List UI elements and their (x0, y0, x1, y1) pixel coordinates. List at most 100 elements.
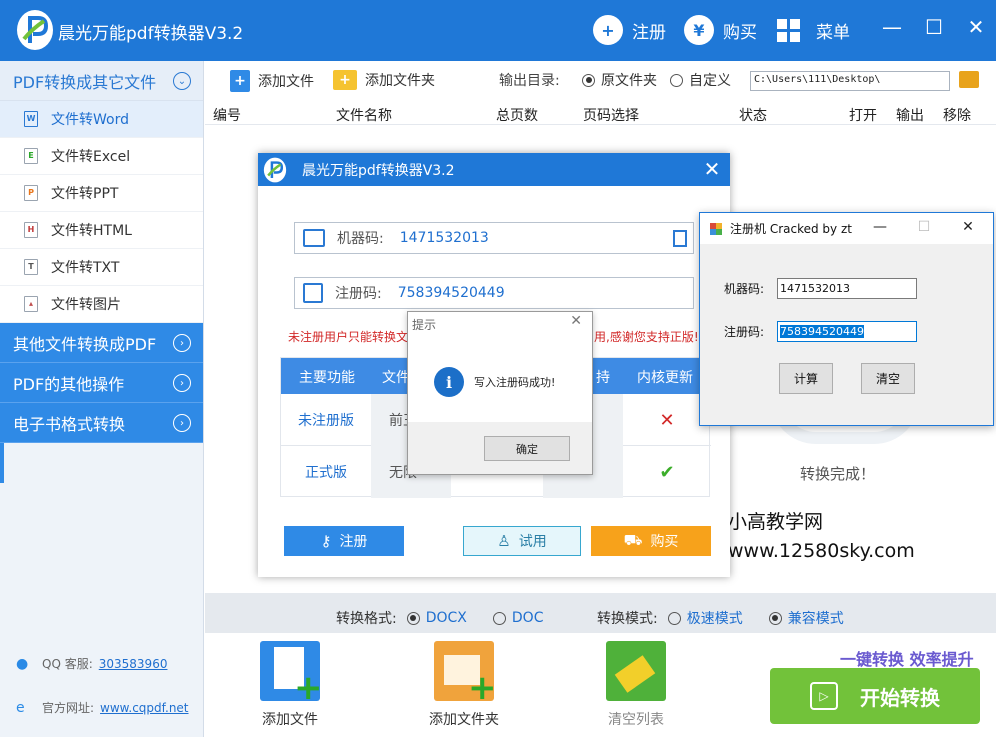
trial-warning-text: 未注册用户只能转换文 (288, 330, 408, 344)
compat-label: 兼容模式 (787, 611, 844, 627)
start-convert-button[interactable]: ▷ 开始转换 (770, 668, 980, 724)
sidebar-item-label: 文件转Excel (51, 149, 131, 165)
output-custom-radio[interactable]: 自定义 (670, 70, 731, 90)
cross-icon: ✕ (659, 409, 675, 431)
calculate-button[interactable]: 计算 (779, 363, 833, 394)
sidebar-item-excel[interactable]: E 文件转Excel (0, 138, 203, 175)
chevron-down-icon: ⌄ (173, 72, 191, 90)
dialog-buy-button[interactable]: ⛟ 购买 (591, 526, 711, 556)
add-folder-label: 添加文件夹 (365, 73, 435, 89)
output-path-input[interactable]: C:\Users\111\Desktop\ (750, 71, 950, 91)
mode-fast-radio[interactable]: 极速模式 (667, 608, 743, 628)
col-status: 状态 (739, 108, 767, 124)
word-file-icon: W (24, 111, 38, 127)
sidebar-accent-bar (0, 443, 4, 483)
chevron-right-icon: › (173, 414, 191, 432)
sidebar-item-ppt[interactable]: P 文件转PPT (0, 175, 203, 212)
format-doc-radio[interactable]: DOC (492, 610, 543, 626)
buy-button[interactable]: ¥ 购买 (684, 14, 757, 46)
docx-label: DOCX (425, 610, 467, 626)
minimize-icon[interactable]: — (870, 219, 890, 235)
keygen-machine-input[interactable]: 1471532013 (777, 278, 917, 299)
sidebar-item-html[interactable]: H 文件转HTML (0, 212, 203, 249)
category-pdf-to-other[interactable]: PDF转换成其它文件 ⌄ (0, 61, 203, 101)
ok-button[interactable]: 确定 (484, 436, 570, 461)
register-button[interactable]: + 注册 (593, 14, 666, 46)
message-text: 写入注册码成功! (474, 376, 556, 389)
registration-code-label: 注册码: (335, 286, 382, 302)
info-icon: i (434, 367, 464, 397)
folder-plus-icon: + (333, 70, 357, 90)
play-icon: ▷ (810, 682, 838, 710)
clear-button[interactable]: 清空 (861, 363, 915, 394)
start-convert-label: 开始转换 (860, 685, 940, 710)
radio-unchecked-icon (667, 611, 681, 625)
upload-icon (303, 283, 323, 303)
dialog-register-button[interactable]: ⚷ 注册 (284, 526, 404, 556)
dialog-trial-button[interactable]: ♙ 试用 (463, 526, 581, 556)
format-docx-radio[interactable]: DOCX (406, 610, 467, 626)
big-add-file-button[interactable]: + 添加文件 (245, 641, 335, 729)
sidebar-item-image[interactable]: ▴ 文件转图片 (0, 286, 203, 323)
registration-code-field[interactable]: 注册码: 758394520449 (294, 277, 694, 309)
keygen-titlebar: 注册机 Cracked by zt — ☐ ✕ (700, 213, 993, 244)
main-toolbar: + 添加文件 + 添加文件夹 输出目录: 原文件夹 自定义 C:\Users\1… (205, 61, 996, 101)
clear-list-button[interactable]: 清空列表 (591, 641, 681, 729)
category-ebook[interactable]: 电子书格式转换 › (0, 403, 203, 443)
sidebar-item-label: 文件转PPT (51, 186, 119, 202)
app-title: 晨光万能pdf转换器V3.2 (58, 24, 244, 44)
category-pdf-other-ops[interactable]: PDF的其他操作 › (0, 363, 203, 403)
file-list-header: 编号 文件名称 总页数 页码选择 状态 打开 输出 移除 (205, 101, 996, 125)
menu-button[interactable]: 菜单 (777, 14, 850, 46)
sidebar-item-word[interactable]: W 文件转Word (0, 101, 203, 138)
header-support: 持 (596, 370, 610, 386)
add-folder-label: 添加文件夹 (429, 712, 499, 728)
radio-checked-icon (582, 73, 595, 87)
slogan-text: 一键转换 效率提升 (840, 650, 974, 669)
key-icon: ⚷ (320, 532, 332, 550)
sidebar-item-txt[interactable]: T 文件转TXT (0, 249, 203, 286)
sidebar-item-label: 文件转Word (51, 112, 129, 128)
add-folder-icon: + (434, 641, 497, 705)
row-unregistered-label: 未注册版 (298, 413, 354, 429)
check-icon: ✔ (659, 461, 675, 483)
excel-file-icon: E (24, 148, 38, 164)
radio-checked-icon (768, 611, 782, 625)
add-folder-button[interactable]: + 添加文件夹 (333, 70, 435, 90)
category-other-to-pdf[interactable]: 其他文件转换成PDF › (0, 323, 203, 363)
opt-custom-label: 自定义 (689, 73, 731, 89)
close-icon[interactable]: ✕ (700, 157, 724, 181)
add-file-label: 添加文件 (262, 712, 318, 728)
mode-compat-radio[interactable]: 兼容模式 (768, 608, 844, 628)
site-link[interactable]: www.cqpdf.net (100, 701, 188, 715)
col-remove: 移除 (943, 108, 971, 124)
success-message-box: 提示 ✕ i 写入注册码成功! 确定 (407, 311, 593, 475)
sidebar: PDF转换成其它文件 ⌄ W 文件转Word E 文件转Excel P 文件转P… (0, 61, 204, 737)
qq-label: QQ 客服: (42, 657, 93, 671)
copy-icon[interactable] (673, 230, 687, 247)
minimize-button[interactable]: — (880, 15, 904, 39)
close-button[interactable]: ✕ (964, 15, 988, 39)
qq-icon: ● (16, 655, 29, 672)
machine-code-field[interactable]: 机器码: 1471532013 (294, 222, 694, 254)
header-file: 文件 (382, 370, 410, 386)
format-bar: 转换格式: DOCX DOC 转换模式: 极速模式 兼容模式 (205, 593, 996, 633)
close-icon[interactable]: ✕ (570, 313, 582, 329)
keygen-machine-label: 机器码: (724, 282, 765, 296)
keygen-code-selected-text: 758394520449 (780, 325, 864, 338)
big-add-folder-button[interactable]: + 添加文件夹 (419, 641, 509, 729)
close-icon[interactable]: ✕ (958, 219, 978, 235)
col-filename: 文件名称 (336, 108, 392, 124)
fast-label: 极速模式 (686, 611, 743, 627)
keygen-code-label: 注册码: (724, 325, 765, 339)
browse-folder-icon[interactable] (959, 71, 979, 88)
registration-dialog-title: 晨光万能pdf转换器V3.2 (302, 162, 455, 179)
maximize-button[interactable]: ☐ (922, 15, 946, 39)
qq-link[interactable]: 303583960 (99, 657, 168, 671)
format-label: 转换格式: (336, 611, 397, 627)
ie-icon: e (16, 699, 25, 716)
output-source-radio[interactable]: 原文件夹 (582, 70, 657, 90)
buy-label: 购买 (723, 22, 757, 43)
add-file-button[interactable]: + 添加文件 (230, 70, 314, 92)
keygen-code-input[interactable]: 758394520449 (777, 321, 917, 342)
